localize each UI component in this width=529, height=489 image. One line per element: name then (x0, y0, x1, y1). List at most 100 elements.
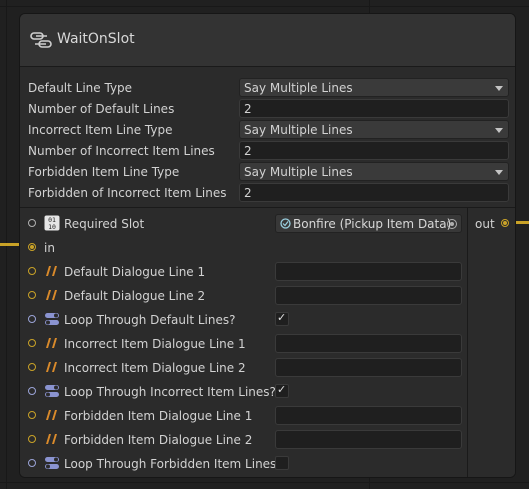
string-quote-icon (46, 434, 57, 444)
number-incorrect-lines-field[interactable]: 2 (239, 141, 509, 160)
port-loop-incorrect: Loop Through Incorrect Item Lines? ✓ (20, 381, 467, 403)
port-forbidden-line-1: Forbidden Item Dialogue Line 1 (20, 405, 467, 427)
setting-forbidden-line-type: Forbidden Item Line Type Say Multiple Li… (20, 161, 515, 182)
check-icon: ✓ (277, 383, 287, 396)
flow-out-connector[interactable] (501, 219, 509, 227)
port-label: Incorrect Item Dialogue Line 1 (64, 337, 246, 351)
port-connector[interactable] (28, 459, 36, 467)
object-value: Bonfire (Pickup Item Data) (293, 217, 452, 231)
port-label: Default Dialogue Line 2 (64, 289, 206, 303)
string-quote-icon (46, 362, 57, 372)
loop-default-checkbox[interactable]: ✓ (275, 311, 289, 326)
port-forbidden-line-2: Forbidden Item Dialogue Line 2 (20, 429, 467, 451)
toggle-icon (45, 385, 59, 397)
required-slot-object-field[interactable]: Bonfire (Pickup Item Data) (275, 214, 462, 233)
port-default-line-1: Default Dialogue Line 1 (20, 261, 467, 283)
port-connector[interactable] (28, 339, 36, 347)
port-default-line-2: Default Dialogue Line 2 (20, 285, 467, 307)
port-label: Loop Through Incorrect Item Lines? (64, 385, 276, 399)
field-value: 2 (244, 144, 252, 158)
incorrect-line-2-input[interactable] (275, 358, 462, 377)
chevron-down-icon (495, 170, 503, 175)
port-label: Forbidden Item Dialogue Line 2 (64, 433, 253, 447)
forbidden-line-2-input[interactable] (275, 430, 462, 449)
out-port-label: out (475, 217, 495, 231)
check-icon: ✓ (277, 311, 287, 324)
chevron-down-icon (495, 128, 503, 133)
setting-incorrect-line-type: Incorrect Item Line Type Say Multiple Li… (20, 119, 515, 140)
loop-forbidden-checkbox[interactable] (275, 456, 289, 470)
port-connector[interactable] (28, 315, 36, 323)
port-label: Required Slot (64, 217, 145, 231)
default-line-1-input[interactable] (275, 262, 462, 281)
setting-number-incorrect-lines: Number of Incorrect Item Lines 2 (20, 140, 515, 161)
string-quote-icon (46, 410, 57, 420)
setting-label: Number of Incorrect Item Lines (28, 144, 215, 158)
port-connector[interactable] (28, 411, 36, 419)
port-out: out (468, 213, 515, 235)
grid-line (0, 6, 529, 7)
dropdown-value: Say Multiple Lines (244, 81, 353, 95)
flow-in-connector[interactable] (28, 243, 36, 251)
setting-label: Forbidden of Incorrect Item Lines (28, 186, 227, 200)
node-settings: Default Line Type Say Multiple Lines Num… (20, 67, 515, 208)
setting-label: Number of Default Lines (28, 102, 175, 116)
node-title-bar[interactable]: WaitOnSlot (20, 14, 515, 67)
port-label: Incorrect Item Dialogue Line 2 (64, 361, 246, 375)
field-value: 2 (244, 102, 252, 116)
port-label: in (44, 241, 55, 255)
port-required-slot: 01 10 Required Slot Bonfire (Pickup Item… (20, 213, 467, 235)
scriptable-object-icon (280, 218, 291, 229)
setting-label: Forbidden Item Line Type (28, 165, 180, 179)
forbidden-line-1-input[interactable] (275, 406, 462, 425)
forbidden-line-type-dropdown[interactable]: Say Multiple Lines (239, 162, 509, 181)
input-ports: 01 10 Required Slot Bonfire (Pickup Item… (20, 208, 467, 477)
port-connector[interactable] (28, 435, 36, 443)
setting-default-line-type: Default Line Type Say Multiple Lines (20, 77, 515, 98)
string-quote-icon (46, 266, 57, 276)
string-quote-icon (46, 338, 57, 348)
default-line-2-input[interactable] (275, 286, 462, 305)
port-incorrect-line-1: Incorrect Item Dialogue Line 1 (20, 333, 467, 355)
setting-label: Default Line Type (28, 81, 133, 95)
port-loop-forbidden: Loop Through Forbidden Item Lines? (20, 453, 467, 475)
port-label: Loop Through Forbidden Item Lines? (64, 457, 283, 471)
dropdown-value: Say Multiple Lines (244, 123, 353, 137)
number-default-lines-field[interactable]: 2 (239, 99, 509, 118)
node-title: WaitOnSlot (57, 31, 135, 47)
flow-connection-out[interactable] (516, 221, 529, 224)
port-label: Forbidden Item Dialogue Line 1 (64, 409, 253, 423)
port-label: Default Dialogue Line 1 (64, 265, 206, 279)
setting-forbidden-incorrect-lines: Forbidden of Incorrect Item Lines 2 (20, 182, 515, 203)
toggle-icon (45, 457, 59, 469)
port-connector[interactable] (28, 219, 36, 227)
port-label: Loop Through Default Lines? (64, 313, 236, 327)
setting-number-default-lines: Number of Default Lines 2 (20, 98, 515, 119)
port-in: in (20, 237, 467, 259)
setting-label: Incorrect Item Line Type (28, 123, 173, 137)
forbidden-incorrect-lines-field[interactable]: 2 (239, 183, 509, 202)
port-connector[interactable] (28, 387, 36, 395)
field-value: 2 (244, 186, 252, 200)
output-ports: out (467, 208, 515, 477)
object-picker-icon[interactable] (447, 219, 457, 229)
chevron-down-icon (495, 86, 503, 91)
default-line-type-dropdown[interactable]: Say Multiple Lines (239, 78, 509, 97)
dropdown-value: Say Multiple Lines (244, 165, 353, 179)
binary-icon: 01 10 (44, 215, 60, 231)
toggle-icon (45, 313, 59, 325)
grid-line (0, 482, 529, 483)
svg-text:10: 10 (48, 223, 56, 231)
string-quote-icon (46, 290, 57, 300)
graph-node[interactable]: WaitOnSlot Default Line Type Say Multipl… (19, 13, 516, 478)
port-connector[interactable] (28, 363, 36, 371)
incorrect-line-1-input[interactable] (275, 334, 462, 353)
incorrect-line-type-dropdown[interactable]: Say Multiple Lines (239, 120, 509, 139)
port-connector[interactable] (28, 291, 36, 299)
node-link-icon (30, 32, 52, 48)
flow-connection-in[interactable] (0, 243, 20, 246)
port-loop-default: Loop Through Default Lines? ✓ (20, 309, 467, 331)
port-incorrect-line-2: Incorrect Item Dialogue Line 2 (20, 357, 467, 379)
port-connector[interactable] (28, 267, 36, 275)
loop-incorrect-checkbox[interactable]: ✓ (275, 383, 289, 398)
